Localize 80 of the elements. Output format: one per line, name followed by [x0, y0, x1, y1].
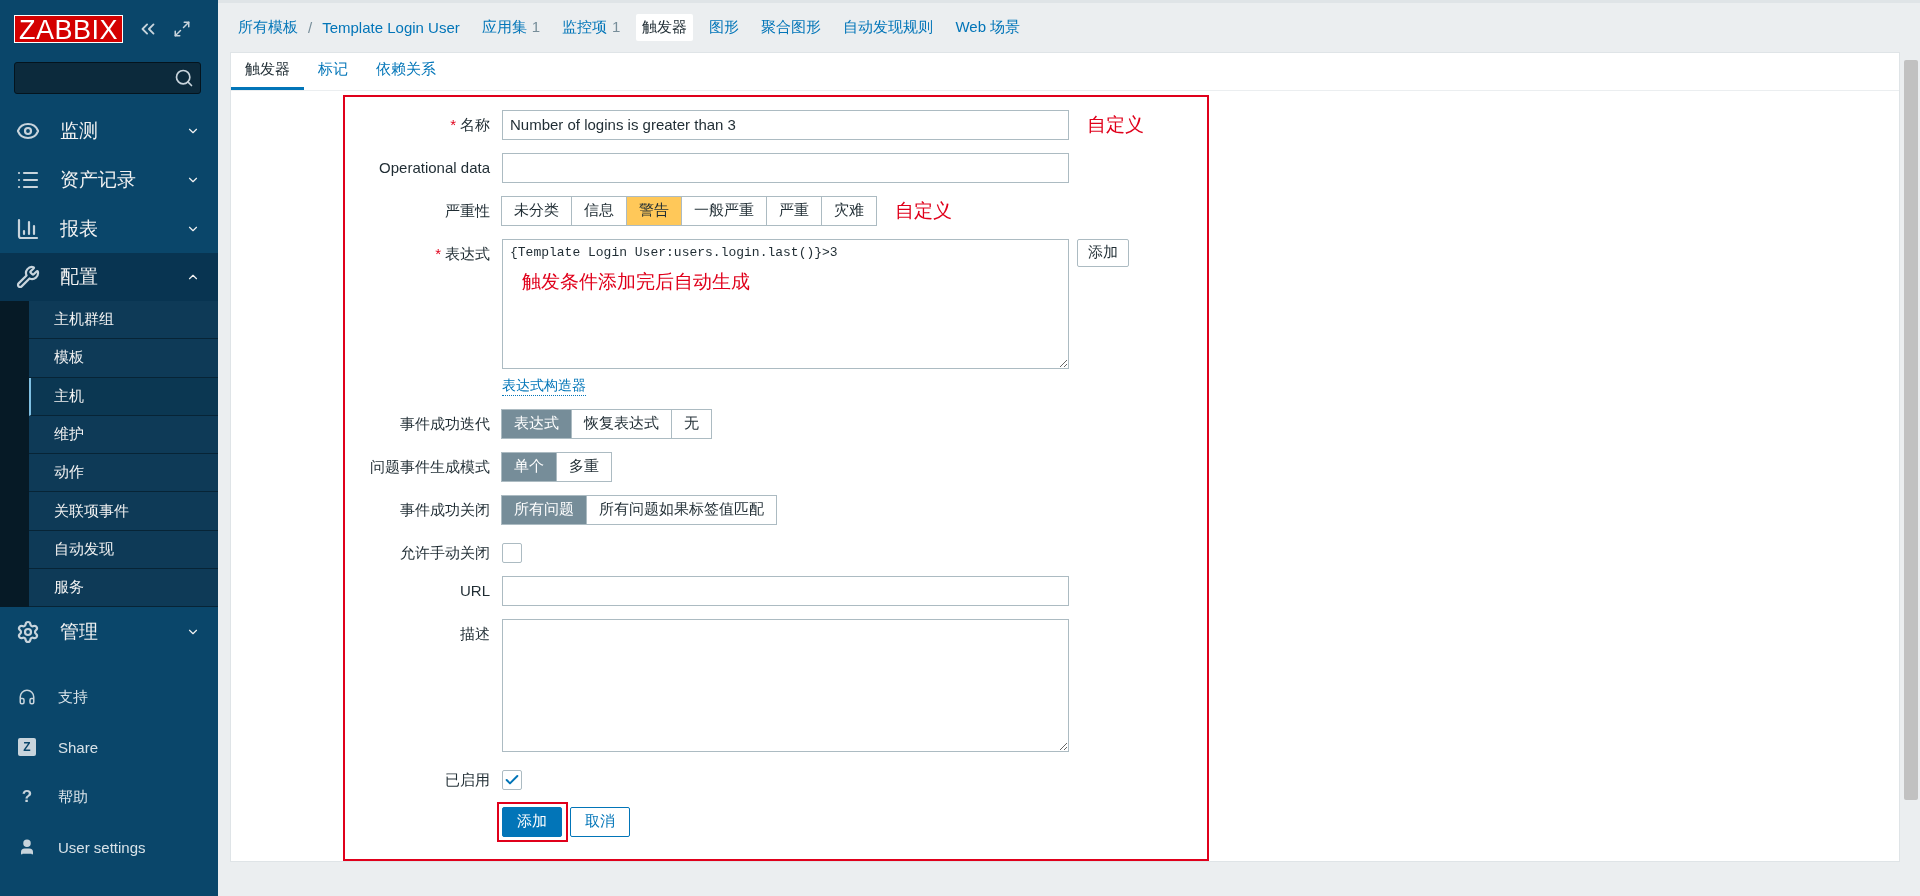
scrollbar[interactable] — [1904, 60, 1918, 800]
field-label: URL — [459, 580, 490, 601]
sidebar-menu-item[interactable]: 配置 — [0, 253, 218, 301]
user-icon — [18, 838, 36, 857]
bar-chart-icon — [16, 216, 40, 241]
nav-link[interactable]: 所有模板 — [238, 18, 298, 37]
sidebar-submenu-item[interactable]: 维护 — [29, 415, 218, 455]
sidebar-link-label: User settings — [58, 838, 146, 856]
nav-link[interactable]: 图形 — [709, 18, 740, 37]
tab[interactable]: 触发器 — [231, 53, 304, 90]
sidebar-submenu-item[interactable]: 关联项事件 — [29, 492, 218, 531]
sidebar-submenu-item[interactable]: 主机 — [29, 377, 218, 416]
settings-icon — [16, 619, 40, 644]
sidebar-submenu-item[interactable]: 动作 — [29, 454, 218, 493]
segment-button[interactable]: 多重 — [556, 451, 612, 482]
share-icon: Z — [18, 738, 36, 757]
field-label: * 表达式 — [434, 243, 490, 264]
sidebar-link[interactable]: ? 帮助 — [0, 772, 218, 823]
segment-button[interactable]: 恢复表达式 — [571, 408, 672, 439]
segment-button[interactable]: 警告 — [626, 195, 682, 226]
sidebar-link[interactable]: User settings — [0, 822, 218, 873]
sidebar-link-label: 帮助 — [58, 787, 88, 807]
sidebar-submenu-item[interactable]: 自动发现 — [29, 530, 218, 570]
field-label: 事件成功关闭 — [399, 499, 490, 520]
field-label: * 名称 — [449, 114, 490, 135]
field-label: 事件成功迭代 — [399, 413, 490, 434]
segment-button[interactable]: 一般严重 — [681, 195, 767, 226]
sidebar-menu-item[interactable]: 报表 — [0, 204, 218, 253]
expression-builder-link[interactable]: 表达式构造器 — [502, 376, 586, 396]
nav-link[interactable]: 自动发现规则 — [843, 18, 934, 37]
sidebar-menu-item[interactable]: 管理 — [0, 607, 218, 657]
input-field[interactable]: Number of logins is greater than 3 — [502, 109, 1069, 140]
add-button[interactable]: 添加 — [1077, 238, 1129, 267]
search-field[interactable] — [14, 62, 201, 94]
sidebar-link-label: 支持 — [58, 687, 88, 707]
wrench-icon — [16, 265, 40, 289]
sidebar-link-label: Share — [58, 738, 99, 756]
zabbix-logo: ZABBIX — [14, 15, 124, 43]
segment-button[interactable]: 所有问题如果标签值匹配 — [586, 494, 777, 525]
segment-button[interactable]: 未分类 — [501, 195, 572, 226]
field-label: 严重性 — [444, 200, 490, 221]
segment-button[interactable]: 无 — [671, 408, 712, 439]
nav-link[interactable]: 监控项 1 — [562, 18, 621, 37]
annotation-text: 自定义 — [1087, 112, 1144, 137]
tab[interactable]: 标记 — [304, 53, 362, 90]
field-label: 问题事件生成模式 — [369, 456, 490, 477]
submit-button[interactable]: 添加 — [502, 806, 562, 837]
nav-link[interactable]: 聚合图形 — [761, 18, 822, 37]
search-icon — [174, 68, 194, 88]
field-label: Operational data — [378, 157, 490, 178]
nav-link[interactable]: 应用集 1 — [481, 18, 541, 37]
checkbox[interactable] — [502, 769, 522, 790]
sidebar-menu-item[interactable]: 监测 — [0, 106, 218, 155]
sidebar-submenu-item[interactable]: 服务 — [29, 569, 218, 608]
field-label: 允许手动关闭 — [399, 542, 490, 563]
sidebar-link[interactable]: Z Share — [0, 722, 218, 773]
annotation-text: 自定义 — [895, 198, 952, 223]
cancel-button[interactable]: 取消 — [570, 806, 630, 837]
field-label: 描述 — [459, 623, 490, 644]
annotation-text: 触发条件添加完后自动生成 — [522, 269, 750, 294]
segment-button[interactable]: 信息 — [571, 195, 627, 226]
input-field[interactable] — [502, 575, 1069, 606]
expand-icon[interactable] — [173, 20, 192, 38]
description-field[interactable] — [502, 618, 1069, 752]
sidebar-link[interactable]: 支持 — [0, 672, 218, 723]
nav-link[interactable]: Web 场景 — [955, 18, 1021, 37]
tab[interactable]: 依赖关系 — [362, 53, 450, 90]
sidebar-menu-item[interactable]: 资产记录 — [0, 155, 218, 204]
sidebar-submenu-item[interactable]: 模板 — [29, 339, 218, 378]
breadcrumb-separator: / — [308, 19, 313, 36]
checkbox[interactable] — [502, 542, 522, 563]
nav-link[interactable]: 触发器 — [636, 14, 694, 41]
segment-button[interactable]: 灾难 — [821, 195, 877, 226]
input-field[interactable] — [502, 152, 1069, 183]
nav-link[interactable]: Template Login User — [322, 19, 460, 36]
field-label: 已启用 — [444, 769, 490, 790]
help-icon: ? — [18, 788, 36, 807]
headset-icon — [18, 688, 36, 707]
sidebar-submenu-item[interactable]: 主机群组 — [29, 301, 218, 340]
segment-button[interactable]: 严重 — [766, 195, 822, 226]
